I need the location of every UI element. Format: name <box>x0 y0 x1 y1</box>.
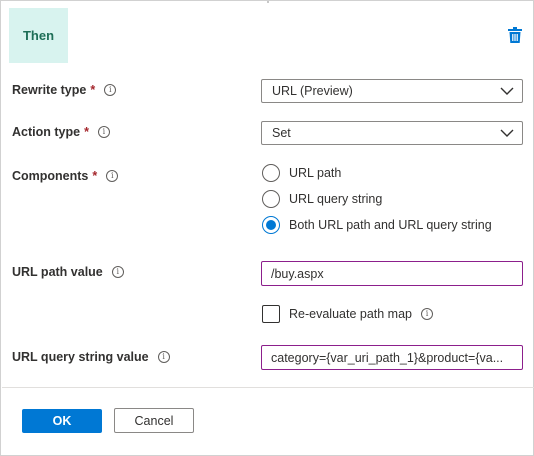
url-query-string-value-text: URL query string value <box>12 350 149 364</box>
info-icon[interactable]: i <box>111 266 124 278</box>
ok-button[interactable]: OK <box>22 409 102 433</box>
required-marker: * <box>90 83 96 97</box>
cancel-button[interactable]: Cancel <box>114 408 194 433</box>
url-path-value-label: URL path value i <box>12 265 124 279</box>
radio-url-query-string[interactable]: URL query string <box>262 190 382 208</box>
radio-button[interactable] <box>262 164 280 182</box>
rewrite-action-panel: Then Rewrite type * i URL (Preview) Acti… <box>0 0 534 456</box>
checkbox-label: Re-evaluate path map <box>289 307 412 321</box>
url-path-value-input[interactable]: /buy.aspx <box>261 261 523 286</box>
radio-both[interactable]: Both URL path and URL query string <box>262 216 492 234</box>
rewrite-type-value: URL (Preview) <box>272 84 353 98</box>
chevron-down-icon <box>500 129 514 137</box>
then-badge: Then <box>9 8 68 63</box>
url-query-string-value-label: URL query string value i <box>12 350 170 364</box>
info-icon[interactable]: i <box>104 84 117 96</box>
info-icon[interactable]: i <box>157 351 170 363</box>
required-marker: * <box>92 169 98 183</box>
radio-url-path[interactable]: URL path <box>262 164 341 182</box>
action-type-dropdown[interactable]: Set <box>261 121 523 145</box>
url-query-string-value: category={var_uri_path_1}&product={va... <box>271 350 504 365</box>
radio-button-selected[interactable] <box>262 216 280 234</box>
rewrite-type-text: Rewrite type <box>12 83 87 97</box>
radio-button[interactable] <box>262 190 280 208</box>
rewrite-type-label: Rewrite type * i <box>12 83 117 97</box>
then-badge-label: Then <box>22 28 55 43</box>
url-query-string-value-input[interactable]: category={var_uri_path_1}&product={va... <box>261 345 523 370</box>
rewrite-type-dropdown[interactable]: URL (Preview) <box>261 79 523 103</box>
trash-icon[interactable] <box>508 27 522 43</box>
reevaluate-path-map-checkbox[interactable]: Re-evaluate path map i <box>262 305 433 323</box>
info-icon[interactable]: i <box>106 170 119 182</box>
url-path-value-text: URL path value <box>12 265 103 279</box>
info-icon[interactable]: i <box>421 308 433 320</box>
chevron-down-icon <box>500 87 514 95</box>
radio-label: URL path <box>289 166 342 180</box>
info-icon[interactable]: i <box>97 126 110 138</box>
radio-label: Both URL path and URL query string <box>289 218 492 232</box>
url-path-value: /buy.aspx <box>271 266 324 281</box>
components-text: Components <box>12 169 89 183</box>
action-type-value: Set <box>272 126 291 140</box>
required-marker: * <box>84 125 89 139</box>
checkbox[interactable] <box>262 305 280 323</box>
top-divider-tick <box>267 1 269 3</box>
radio-dot <box>266 220 276 230</box>
radio-label: URL query string <box>289 192 383 206</box>
components-label: Components * i <box>12 169 119 183</box>
action-type-label: Action type * i <box>12 125 110 139</box>
action-type-text: Action type <box>12 125 81 139</box>
footer-divider <box>2 387 534 388</box>
